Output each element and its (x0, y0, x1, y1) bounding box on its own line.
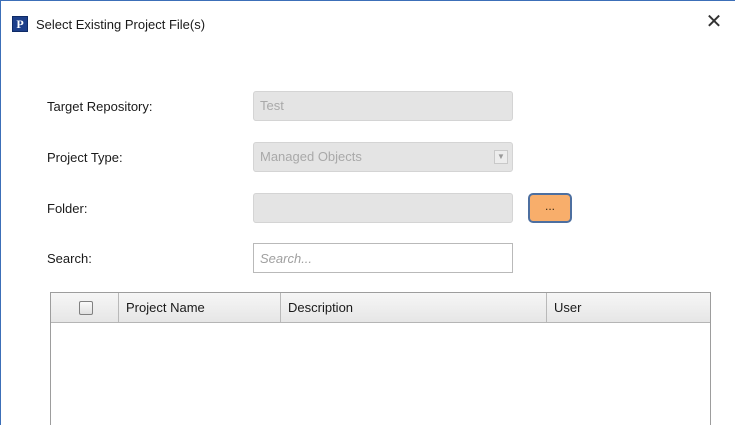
close-button[interactable]: ✕ (701, 11, 727, 35)
select-project-dialog: P Select Existing Project File(s) ✕ Targ… (0, 0, 735, 425)
column-header-project-name[interactable]: Project Name (119, 293, 281, 322)
project-table: Project Name Description User (50, 292, 711, 425)
table-body[interactable] (51, 323, 710, 425)
project-type-label: Project Type: (47, 150, 123, 165)
title-bar: P Select Existing Project File(s) ✕ (1, 1, 735, 41)
column-header-description[interactable]: Description (281, 293, 547, 322)
dialog-title: Select Existing Project File(s) (36, 17, 206, 32)
target-repository-label: Target Repository: (47, 99, 153, 114)
column-header-user[interactable]: User (547, 293, 710, 322)
project-type-select: Managed Objects ▼ (253, 142, 513, 172)
close-icon: ✕ (705, 11, 723, 33)
project-type-value: Managed Objects (260, 149, 362, 164)
folder-field (253, 193, 513, 223)
select-all-column (51, 293, 119, 322)
search-label: Search: (47, 251, 92, 266)
search-input[interactable] (253, 243, 513, 273)
target-repository-field: Test (253, 91, 513, 121)
app-logo-icon: P (12, 16, 28, 32)
folder-label: Folder: (47, 201, 88, 216)
select-all-checkbox[interactable] (79, 301, 93, 315)
chevron-down-icon: ▼ (494, 150, 508, 164)
browse-folder-button[interactable]: ... (528, 193, 572, 223)
table-header: Project Name Description User (51, 293, 710, 323)
